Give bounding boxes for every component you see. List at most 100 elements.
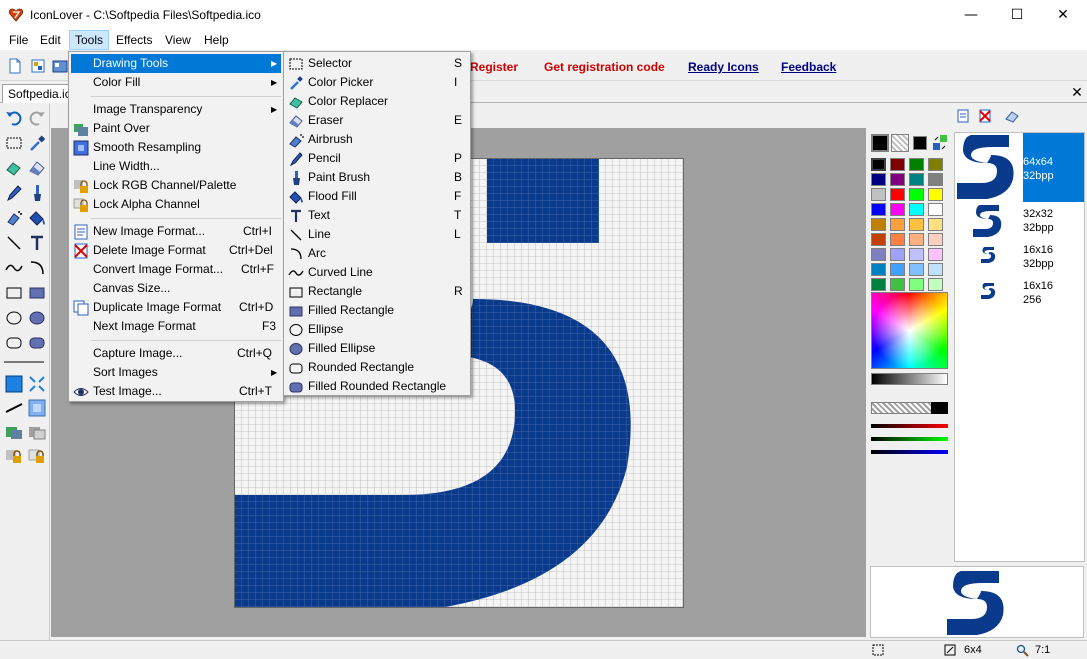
- menu-item-flood-fill[interactable]: Flood Fill F: [286, 187, 468, 206]
- pencil-icon[interactable]: [4, 183, 24, 203]
- icon-16-preview[interactable]: [981, 247, 997, 263]
- palette-swatch[interactable]: [871, 218, 886, 231]
- palette-swatch[interactable]: [928, 278, 943, 291]
- menu-edit[interactable]: Edit: [35, 30, 66, 50]
- rectangle-icon[interactable]: [4, 283, 24, 303]
- palette-swatch[interactable]: [909, 218, 924, 231]
- paint-brush-icon[interactable]: [27, 183, 47, 203]
- palette-swatch[interactable]: [871, 203, 886, 216]
- palette-swatch[interactable]: [871, 278, 886, 291]
- palette-swatch[interactable]: [890, 233, 905, 246]
- eraser-icon[interactable]: [1004, 109, 1020, 123]
- menu-item-filled-rectangle[interactable]: Filled Rectangle: [286, 301, 468, 320]
- menu-item-airbrush[interactable]: Airbrush: [286, 130, 468, 149]
- green-slider[interactable]: [871, 437, 948, 441]
- color-picker-icon[interactable]: [27, 133, 47, 153]
- menu-file[interactable]: File: [4, 30, 33, 50]
- icon-16-256-preview[interactable]: [981, 283, 997, 299]
- swap-colors-icon[interactable]: [931, 134, 949, 152]
- menu-tools[interactable]: Tools: [69, 30, 110, 50]
- undo-icon[interactable]: [4, 108, 24, 128]
- filled-rectangle-icon[interactable]: [27, 283, 47, 303]
- curved-line-icon[interactable]: [4, 258, 24, 278]
- fill-mode-icon[interactable]: [4, 374, 24, 394]
- image-transparency-icon[interactable]: [27, 422, 47, 442]
- palette-swatch[interactable]: [890, 158, 905, 171]
- maximize-button[interactable]: ☐: [994, 0, 1040, 30]
- format-32-label[interactable]: 32x32 32bpp: [1023, 207, 1054, 235]
- menu-view[interactable]: View: [160, 30, 196, 50]
- palette-swatch[interactable]: [890, 173, 905, 186]
- register-link[interactable]: Register: [470, 60, 518, 74]
- menu-item-paint-over[interactable]: Paint Over: [71, 119, 281, 138]
- menu-help[interactable]: Help: [199, 30, 234, 50]
- palette-swatch[interactable]: [909, 203, 924, 216]
- airbrush-icon[interactable]: [4, 208, 24, 228]
- menu-item-rounded-rectangle[interactable]: Rounded Rectangle: [286, 358, 468, 377]
- menu-item-filled-ellipse[interactable]: Filled Ellipse: [286, 339, 468, 358]
- menu-item-convert-format[interactable]: Convert Image Format... Ctrl+F: [71, 260, 281, 279]
- palette-swatch[interactable]: [928, 203, 943, 216]
- menu-item-pencil[interactable]: Pencil P: [286, 149, 468, 168]
- flood-fill-icon[interactable]: [27, 208, 47, 228]
- color-wheel[interactable]: [871, 292, 948, 369]
- menu-item-ellipse[interactable]: Ellipse: [286, 320, 468, 339]
- transparent-color[interactable]: [891, 134, 909, 152]
- new-icon-file-icon[interactable]: [30, 58, 46, 74]
- menu-item-selector[interactable]: Selector S: [286, 54, 468, 73]
- minimize-button[interactable]: —: [948, 0, 994, 30]
- menu-item-drawing-tools[interactable]: Drawing Tools ▶: [71, 54, 281, 73]
- close-button[interactable]: ✕: [1040, 0, 1086, 30]
- format-16-label[interactable]: 16x16 32bpp: [1023, 243, 1054, 271]
- red-slider[interactable]: [871, 424, 948, 428]
- rounded-rectangle-icon[interactable]: [4, 333, 24, 353]
- palette-swatch[interactable]: [871, 158, 886, 171]
- eraser-icon[interactable]: [27, 158, 47, 178]
- palette-swatch[interactable]: [890, 203, 905, 216]
- library-icon[interactable]: [52, 58, 68, 74]
- palette-swatch[interactable]: [928, 173, 943, 186]
- menu-item-color-picker[interactable]: Color Picker I: [286, 73, 468, 92]
- menu-item-canvas-size[interactable]: Canvas Size...: [71, 279, 281, 298]
- menu-item-color-fill[interactable]: Color Fill ▶: [71, 73, 281, 92]
- menu-item-test-image[interactable]: Test Image... Ctrl+T: [71, 382, 281, 401]
- line-icon[interactable]: [4, 233, 24, 253]
- palette-swatch[interactable]: [890, 188, 905, 201]
- palette-swatch[interactable]: [928, 233, 943, 246]
- menu-item-curved-line[interactable]: Curved Line: [286, 263, 468, 282]
- menu-item-lock-rgb[interactable]: Lock RGB Channel/Palette: [71, 176, 281, 195]
- menu-item-delete-format[interactable]: Delete Image Format Ctrl+Del: [71, 241, 281, 260]
- alpha-opaque-swatch[interactable]: [931, 402, 948, 414]
- new-file-icon[interactable]: [7, 58, 23, 74]
- get-registration-code-link[interactable]: Get registration code: [544, 60, 665, 74]
- menu-item-image-transparency[interactable]: Image Transparency ▶: [71, 100, 281, 119]
- delete-format-icon[interactable]: [978, 109, 992, 123]
- menu-item-rectangle[interactable]: Rectangle R: [286, 282, 468, 301]
- arc-icon[interactable]: [27, 258, 47, 278]
- palette-swatch[interactable]: [871, 248, 886, 261]
- menu-item-capture-image[interactable]: Capture Image... Ctrl+Q: [71, 344, 281, 363]
- palette-swatch[interactable]: [890, 263, 905, 276]
- selector-icon[interactable]: [4, 133, 24, 153]
- palette-swatch[interactable]: [871, 263, 886, 276]
- icon-64-preview[interactable]: [957, 135, 1021, 199]
- transform-icon[interactable]: [27, 374, 47, 394]
- palette-swatch[interactable]: [928, 248, 943, 261]
- close-document-icon[interactable]: ✕: [1069, 83, 1085, 101]
- palette-swatch[interactable]: [928, 218, 943, 231]
- menu-item-arc[interactable]: Arc: [286, 244, 468, 263]
- menu-item-next-format[interactable]: Next Image Format F3: [71, 317, 281, 336]
- ready-icons-link[interactable]: Ready Icons: [688, 60, 759, 74]
- foreground-color[interactable]: [871, 134, 889, 152]
- palette-swatch[interactable]: [928, 188, 943, 201]
- menu-item-line-width[interactable]: Line Width...: [71, 157, 281, 176]
- palette-swatch[interactable]: [909, 233, 924, 246]
- menu-item-paint-brush[interactable]: Paint Brush B: [286, 168, 468, 187]
- line-width-icon[interactable]: [4, 398, 24, 418]
- background-color[interactable]: [913, 136, 927, 150]
- menu-item-line[interactable]: Line L: [286, 225, 468, 244]
- palette-swatch[interactable]: [928, 263, 943, 276]
- menu-item-new-format[interactable]: New Image Format... Ctrl+I: [71, 222, 281, 241]
- blue-slider[interactable]: [871, 450, 948, 454]
- line-width-thin-icon[interactable]: [2, 356, 46, 368]
